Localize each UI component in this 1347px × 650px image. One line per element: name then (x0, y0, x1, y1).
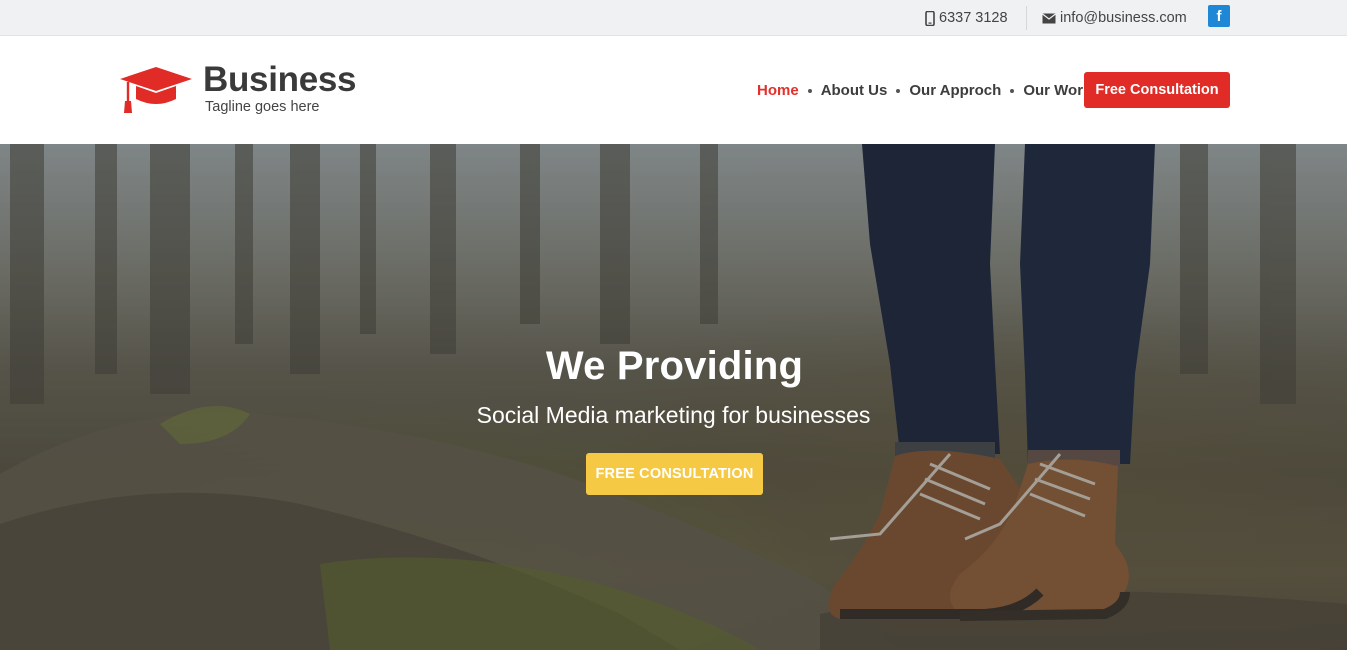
facebook-icon[interactable]: f (1208, 5, 1230, 27)
email-contact[interactable]: info@business.com (1042, 0, 1187, 36)
nav-separator (1010, 88, 1015, 93)
topbar-divider (1026, 6, 1027, 30)
nav-item-our-approch[interactable]: Our Approch (909, 82, 1001, 99)
nav-item-about-us[interactable]: About Us (821, 82, 888, 99)
tagline: Tagline goes here (205, 99, 320, 115)
nav-item-our-work[interactable]: Our Work (1023, 82, 1091, 99)
free-consultation-button[interactable]: Free Consultation (1084, 72, 1230, 108)
hero-title: We Providing (0, 344, 1347, 389)
phone-number: 6337 3128 (939, 10, 1008, 26)
hero-banner: We Providing Social Media marketing for … (0, 144, 1347, 650)
hero-overlay (0, 144, 1347, 650)
top-bar: 6337 3128 info@business.com f (0, 0, 1347, 36)
hero-free-consultation-button[interactable]: FREE CONSULTATION (586, 453, 763, 495)
hero-subtitle: Social Media marketing for businesses (476, 402, 871, 428)
logo[interactable]: Business Tagline goes here (118, 60, 378, 118)
email-address: info@business.com (1060, 10, 1187, 26)
brand-name: Business (203, 60, 357, 99)
envelope-icon (1042, 13, 1056, 24)
phone-contact[interactable]: 6337 3128 (925, 0, 1008, 36)
site-header: Business Tagline goes here Home About Us… (0, 37, 1347, 144)
main-nav: Home About Us Our Approch Our Work (757, 37, 1091, 144)
graduation-cap-icon (120, 67, 192, 113)
nav-separator (807, 88, 812, 93)
phone-icon (925, 10, 935, 26)
hero-title-text: We Providing (545, 344, 804, 388)
nav-separator (896, 88, 901, 93)
nav-item-home[interactable]: Home (757, 82, 799, 99)
